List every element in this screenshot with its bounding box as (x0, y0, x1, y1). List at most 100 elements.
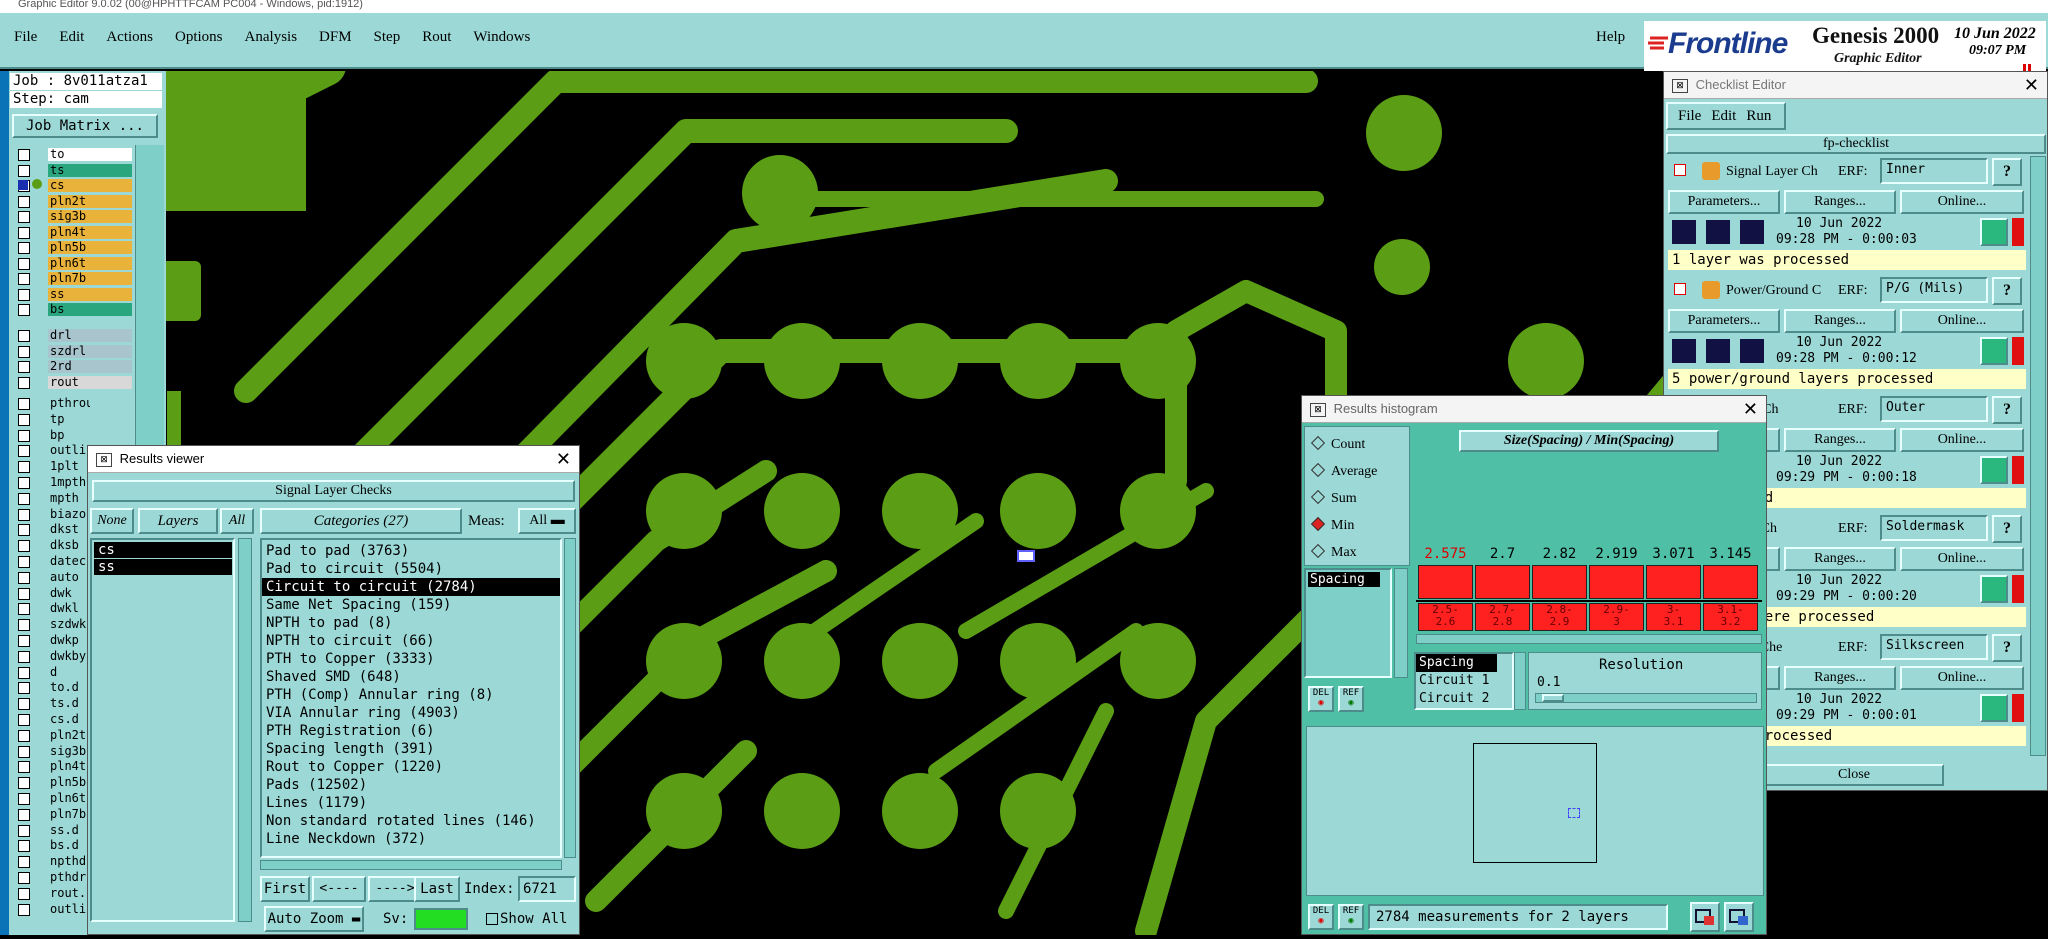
stat-option-sum[interactable]: Sum (1305, 485, 1409, 512)
layer-misc-item[interactable]: 1plt (48, 460, 90, 474)
layer-checkbox[interactable] (18, 477, 30, 489)
category-item[interactable]: Same Net Spacing (159) (262, 596, 560, 614)
help-icon[interactable]: ? (1992, 515, 2022, 543)
layer-misc-item[interactable]: dwk (48, 586, 90, 600)
menu-actions[interactable]: Actions (106, 29, 153, 45)
job-matrix-button[interactable]: Job Matrix ... (12, 114, 158, 138)
layer-pln4t[interactable]: pln4t (48, 225, 132, 239)
categories-button[interactable]: Categories (27) (260, 508, 462, 534)
layer-checkbox[interactable] (18, 211, 30, 223)
action-checkbox[interactable] (1674, 283, 1686, 295)
layer-2rd[interactable]: 2rd (48, 360, 132, 373)
layer-pln7b[interactable]: pln7b (48, 272, 132, 285)
size-item-list[interactable]: Spacing Circuit 1 Circuit 2 (1414, 652, 1514, 710)
layer-misc-item[interactable]: pln7b (48, 807, 90, 821)
menu-dfm[interactable]: DFM (319, 29, 352, 45)
menu-rout[interactable]: Rout (422, 29, 451, 45)
online-button[interactable]: Online... (1900, 309, 2024, 333)
checklist-scrollbar-v[interactable] (2030, 156, 2046, 756)
layer-misc-item[interactable]: ts.d (48, 697, 90, 711)
layer-misc-item[interactable]: rout. (48, 886, 90, 900)
layer-misc-item[interactable]: dwkl (48, 602, 90, 616)
run-icon[interactable] (1738, 337, 1766, 365)
ref-button-bottom[interactable]: REF ◉ (1338, 904, 1364, 930)
layer-checkbox[interactable] (18, 666, 30, 679)
layer-checkbox[interactable] (18, 429, 30, 442)
ranges-button[interactable]: Ranges... (1784, 547, 1896, 571)
resolution-slider[interactable] (1535, 693, 1757, 703)
layer-checkbox[interactable] (18, 698, 30, 711)
category-item[interactable]: Rout to Copper (1220) (262, 758, 560, 776)
layer-misc-item[interactable]: pln6t (48, 792, 90, 805)
layer-pln6t[interactable]: pln6t (48, 256, 132, 270)
layer-checkbox[interactable] (18, 226, 30, 239)
result-layer-item[interactable]: ss (94, 559, 232, 575)
layer-checkbox[interactable] (18, 361, 30, 373)
layer-checkbox[interactable] (18, 288, 30, 301)
run-icon[interactable] (1704, 218, 1732, 246)
layer-ss[interactable]: ss (48, 287, 132, 301)
layer-checkbox[interactable] (18, 273, 30, 285)
results-histogram-title-bar[interactable]: ⊠ Results histogram ✕ (1302, 396, 1766, 423)
layer-checkbox[interactable] (18, 650, 30, 663)
layer-checkbox[interactable] (18, 808, 30, 821)
ranges-button[interactable]: Ranges... (1784, 190, 1896, 214)
layer-checkbox[interactable] (18, 461, 30, 474)
layer-checkbox[interactable] (18, 508, 30, 521)
category-item[interactable]: Lines (1179) (262, 794, 560, 812)
zoom-icon[interactable] (1980, 694, 2008, 722)
checklist-editor-title-bar[interactable]: ⊠ Checklist Editor ✕ (1664, 72, 2047, 99)
results-viewer-title-bar[interactable]: ⊠ Results viewer ✕ (88, 446, 579, 473)
layer-checkbox[interactable] (18, 149, 30, 161)
layer-misc-item[interactable]: pln2t (48, 728, 90, 742)
layer-checkbox[interactable] (18, 330, 30, 342)
layer-misc-item[interactable]: dwkp (48, 634, 90, 647)
layer-checkbox[interactable] (18, 242, 30, 254)
sv-color-dropdown[interactable] (414, 908, 468, 930)
help-menu[interactable]: Help (1596, 29, 1625, 46)
layer-drl[interactable]: drl (48, 329, 132, 342)
zoom-icon[interactable] (1980, 337, 2008, 365)
del-button-left[interactable]: DEL ◉ (1308, 686, 1334, 712)
layer-checkbox[interactable] (18, 777, 30, 790)
menu-options[interactable]: Options (175, 29, 223, 45)
category-item[interactable]: Non standard rotated lines (146) (262, 812, 560, 830)
layer-misc-item[interactable]: dksb (48, 539, 90, 553)
layer-bs[interactable]: bs (48, 303, 132, 316)
layer-misc-item[interactable]: cs.d (48, 713, 90, 726)
auto-zoom-dropdown[interactable]: Auto Zoom ▬ (264, 906, 364, 932)
layer-checkbox[interactable] (18, 824, 30, 837)
category-item[interactable]: Pad to circuit (5504) (262, 560, 560, 578)
histogram-bar[interactable] (1532, 565, 1587, 599)
category-item[interactable]: PTH (Comp) Annular ring (8) (262, 686, 560, 704)
layer-cs[interactable]: cs (48, 179, 132, 192)
histogram-item-spacing[interactable]: Spacing (1308, 572, 1380, 587)
layer-misc-item[interactable]: mpth (48, 491, 90, 505)
layer-misc-item[interactable]: 1mpth (48, 476, 90, 489)
histogram-bar[interactable] (1589, 565, 1644, 599)
help-icon[interactable]: ? (1992, 634, 2022, 662)
ranges-button[interactable]: Ranges... (1784, 428, 1896, 452)
layer-checkbox[interactable] (18, 714, 30, 726)
size-item[interactable]: Circuit 1 (1416, 672, 1512, 690)
category-item[interactable]: Spacing length (391) (262, 740, 560, 758)
layer-checkbox[interactable] (18, 761, 30, 774)
layer-result-list[interactable]: cs ss (90, 538, 235, 922)
layer-checkbox[interactable] (18, 445, 30, 458)
layer-pln2t[interactable]: pln2t (48, 194, 132, 208)
layer-pln5b[interactable]: pln5b (48, 241, 132, 254)
layer-misc-item[interactable]: npthd (48, 855, 90, 869)
size-item[interactable]: Circuit 2 (1416, 690, 1512, 708)
layer-misc-item[interactable]: d (48, 665, 90, 679)
action-name[interactable]: Power/Ground C (1726, 283, 1826, 299)
layer-to[interactable]: to (48, 148, 132, 161)
histogram-bar[interactable] (1646, 565, 1701, 599)
parameters-button[interactable]: Parameters... (1668, 190, 1780, 214)
histogram-h-scrollbar[interactable] (1416, 634, 1762, 644)
layer-misc-item[interactable]: pthdr (48, 871, 90, 884)
layer-checkbox[interactable] (18, 413, 30, 426)
menu-windows[interactable]: Windows (473, 29, 530, 45)
menu-analysis[interactable]: Analysis (245, 29, 298, 45)
category-item[interactable]: PTH Registration (6) (262, 722, 560, 740)
erf-value[interactable]: Outer (1880, 396, 1988, 422)
